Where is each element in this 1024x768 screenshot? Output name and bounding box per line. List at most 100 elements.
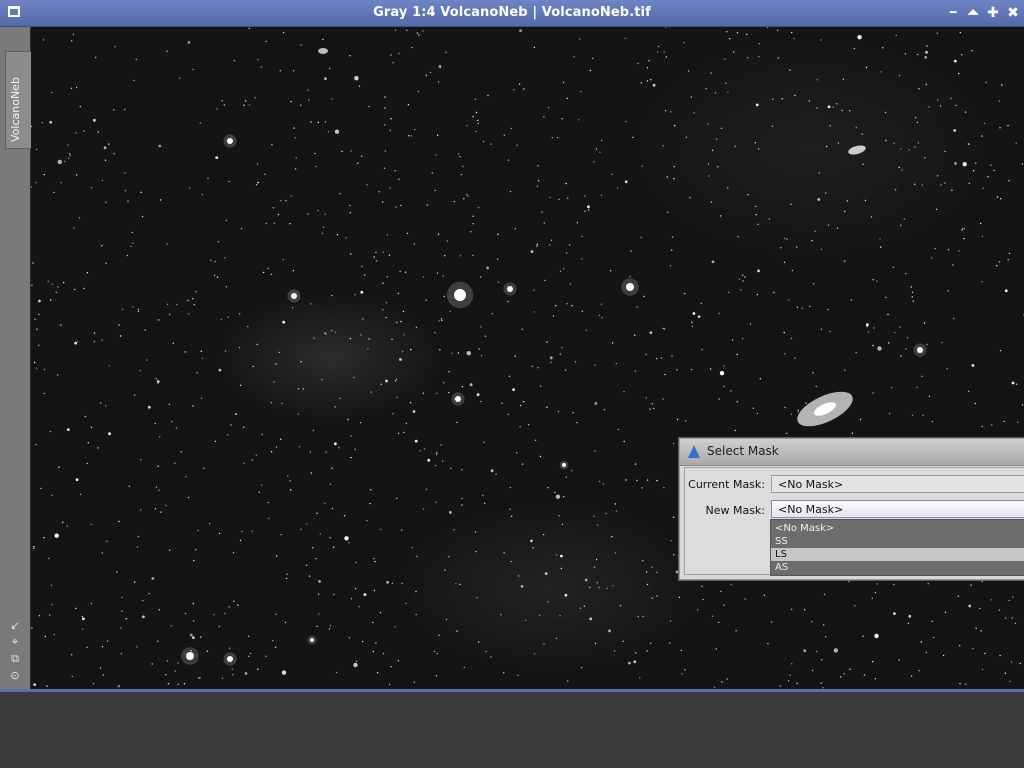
mask-option[interactable]: SS [771,535,1024,548]
mask-option[interactable]: <No Mask> [771,522,1024,535]
star [981,425,983,428]
crosshair-icon[interactable]: ⌖ [9,636,21,648]
star [711,260,715,264]
new-mask-combo[interactable]: <No Mask> [771,500,1024,518]
star [90,426,93,428]
star [562,81,565,84]
star [401,582,403,585]
star [213,274,216,277]
star [384,124,386,126]
star [60,182,62,184]
star [461,504,463,506]
star [325,451,327,453]
star [233,600,235,602]
star [593,515,595,517]
bright-star [310,638,314,642]
star [53,634,55,636]
star [726,678,728,680]
star [646,650,648,652]
star [536,185,539,187]
star [402,350,404,353]
star [457,153,460,155]
star [931,620,933,622]
shade-button[interactable]: ⏶ [964,4,982,22]
minimize-button[interactable]: ━ [944,4,962,22]
star [593,161,595,163]
dialog-titlebar[interactable]: Select Mask [680,439,1024,466]
star [116,571,118,573]
star [672,442,675,445]
star [415,326,418,328]
star [874,678,877,680]
mask-option[interactable]: AS [771,561,1024,574]
star [300,104,302,106]
star [1003,420,1005,423]
star [576,421,578,424]
star [862,163,864,165]
star [736,32,739,34]
window-titlebar[interactable]: Gray 1:4 VolcanoNeb | VolcanoNeb.tif ━ ⏶… [0,0,1024,27]
star [369,502,371,505]
star [398,178,400,181]
star [1011,381,1015,385]
star [669,265,672,267]
star [772,98,774,101]
star [334,406,336,408]
star [530,539,533,543]
star [210,259,212,262]
star [375,642,377,644]
star [559,270,562,273]
star [914,117,917,119]
star [629,275,631,278]
star [650,79,652,81]
star [354,588,357,590]
star [449,310,451,313]
view-tab[interactable]: VolcanoNeb [5,51,31,149]
star [322,226,325,228]
star [559,353,561,355]
copy-icon[interactable]: ⧉ [9,653,21,665]
star [103,146,107,150]
star [448,556,450,558]
arrow-icon[interactable]: ↙ [9,620,21,632]
star [167,683,170,685]
star [184,351,186,353]
star [475,130,477,133]
star [1007,259,1009,261]
star [926,45,928,47]
star [431,172,433,174]
mask-option-selected[interactable]: LS [771,548,1024,561]
star [394,29,396,31]
star [779,685,781,687]
star [322,38,324,41]
image-canvas[interactable] [31,27,1024,689]
star [69,154,71,157]
star [846,200,848,202]
star [633,660,637,664]
star [717,166,719,168]
star [87,442,89,444]
star [362,318,364,320]
star [1001,84,1003,86]
star [294,168,297,170]
star [349,212,351,214]
star [756,293,759,296]
star [678,596,681,598]
star [282,258,284,261]
maximize-button[interactable]: ✚ [984,4,1002,22]
star [599,480,601,483]
star [400,529,403,531]
star [744,598,746,600]
target-icon[interactable]: ⊙ [9,670,21,682]
star [480,326,482,328]
star [484,335,487,337]
star [267,267,269,270]
star [90,602,93,605]
star [503,134,505,136]
star [453,200,455,203]
close-button[interactable]: ✖ [1004,4,1022,22]
star [482,140,485,143]
star [517,575,520,577]
star [75,132,77,134]
star [324,502,326,504]
